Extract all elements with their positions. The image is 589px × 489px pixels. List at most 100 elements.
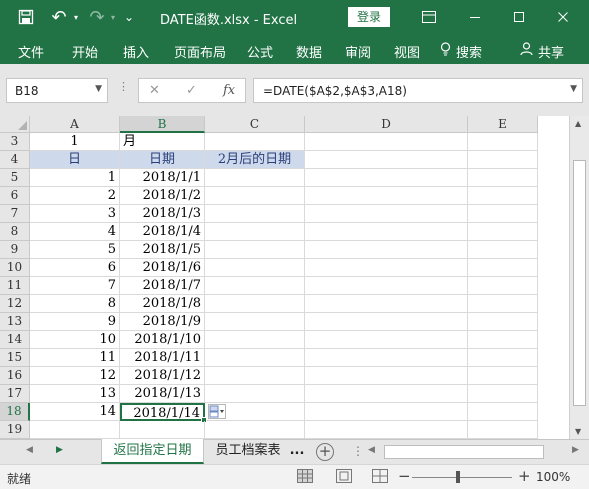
row-header[interactable]: 6 (0, 187, 30, 205)
sheet-nav-next-icon[interactable]: ▶ (56, 445, 63, 455)
hscroll-right-icon[interactable]: ▶ (572, 445, 579, 455)
row-header[interactable]: 18 (0, 403, 30, 421)
cell-a-15[interactable]: 11 (30, 349, 120, 367)
cell-d-12[interactable] (305, 295, 468, 313)
cell-b-7[interactable]: 2018/1/3 (120, 205, 205, 223)
row-header[interactable]: 5 (0, 169, 30, 187)
cell-d-6[interactable] (305, 187, 468, 205)
cell-e-4[interactable] (468, 151, 538, 169)
login-button[interactable]: 登录 (348, 7, 390, 27)
sheet-tab-return-date[interactable]: 返回指定日期 (101, 439, 204, 464)
cell-b-5[interactable]: 2018/1/1 (120, 169, 205, 187)
cell-e-13[interactable] (468, 313, 538, 331)
row-header[interactable]: 14 (0, 331, 30, 349)
cell-c-3[interactable] (205, 133, 305, 151)
select-all-button[interactable] (0, 116, 30, 133)
cell-b-4[interactable]: 日期 (120, 151, 205, 169)
cell-d-15[interactable] (305, 349, 468, 367)
zoom-percentage[interactable]: 100% (536, 470, 570, 484)
scroll-down-icon[interactable]: ▼ (575, 427, 581, 436)
tab-view[interactable]: 视图 (394, 42, 420, 61)
cell-e-5[interactable] (468, 169, 538, 187)
row-header[interactable]: 10 (0, 259, 30, 277)
cell-b-9[interactable]: 2018/1/5 (120, 241, 205, 259)
expand-formula-icon[interactable]: ▼ (570, 84, 577, 94)
row-header[interactable]: 19 (0, 421, 30, 439)
cell-e-19[interactable] (468, 421, 538, 439)
cell-a-5[interactable]: 1 (30, 169, 120, 187)
cell-b-18[interactable]: 2018/1/14 (120, 403, 205, 421)
cell-c-13[interactable] (205, 313, 305, 331)
horizontal-scroll-thumb[interactable] (384, 445, 544, 459)
cell-a-8[interactable]: 4 (30, 223, 120, 241)
cell-c-6[interactable] (205, 187, 305, 205)
redo-icon[interactable]: ↷ (86, 0, 108, 34)
column-header-a[interactable]: A (30, 116, 120, 133)
user-icon[interactable] (520, 42, 533, 60)
cell-a-16[interactable]: 12 (30, 367, 120, 385)
row-header[interactable]: 13 (0, 313, 30, 331)
page-layout-view-icon[interactable] (336, 469, 352, 483)
column-header-d[interactable]: D (305, 116, 468, 133)
cell-c-11[interactable] (205, 277, 305, 295)
cell-e-7[interactable] (468, 205, 538, 223)
cell-a-7[interactable]: 3 (30, 205, 120, 223)
cell-e-17[interactable] (468, 385, 538, 403)
cell-c-12[interactable] (205, 295, 305, 313)
tab-review[interactable]: 审阅 (345, 42, 371, 61)
sheet-tab-employee-records[interactable]: 员工档案表 (208, 439, 288, 464)
row-header[interactable]: 8 (0, 223, 30, 241)
cell-d-14[interactable] (305, 331, 468, 349)
minimize-icon[interactable] (455, 0, 495, 34)
cell-d-17[interactable] (305, 385, 468, 403)
cell-a-9[interactable]: 5 (30, 241, 120, 259)
cell-c-4[interactable]: 2月后的日期 (205, 151, 305, 169)
cell-b-17[interactable]: 2018/1/13 (120, 385, 205, 403)
row-header[interactable]: 12 (0, 295, 30, 313)
row-header[interactable]: 9 (0, 241, 30, 259)
cell-e-8[interactable] (468, 223, 538, 241)
page-break-view-icon[interactable] (372, 469, 388, 483)
row-header[interactable]: 17 (0, 385, 30, 403)
cell-e-10[interactable] (468, 259, 538, 277)
cell-b-10[interactable]: 2018/1/6 (120, 259, 205, 277)
chevron-down-icon[interactable]: ▼ (95, 84, 102, 94)
cell-e-18[interactable] (468, 403, 538, 421)
zoom-out-button[interactable]: − (398, 467, 411, 485)
cell-d-4[interactable] (305, 151, 468, 169)
cell-d-9[interactable] (305, 241, 468, 259)
cell-c-15[interactable] (205, 349, 305, 367)
cell-b-16[interactable]: 2018/1/12 (120, 367, 205, 385)
cell-e-3[interactable] (468, 133, 538, 151)
cell-c-8[interactable] (205, 223, 305, 241)
cell-d-5[interactable] (305, 169, 468, 187)
cell-e-6[interactable] (468, 187, 538, 205)
cell-c-10[interactable] (205, 259, 305, 277)
cell-c-5[interactable] (205, 169, 305, 187)
cell-b-14[interactable]: 2018/1/10 (120, 331, 205, 349)
ribbon-display-options-icon[interactable] (409, 0, 449, 34)
zoom-slider-thumb[interactable] (456, 471, 460, 483)
vertical-scrollbar[interactable]: ▲ ▼ (569, 116, 589, 439)
name-box[interactable]: B18 ▼ (6, 78, 108, 103)
tab-file[interactable]: 文件 (18, 42, 44, 61)
save-icon[interactable] (14, 0, 38, 34)
vertical-scroll-thumb[interactable] (573, 160, 586, 406)
cell-a-18[interactable]: 14 (30, 403, 120, 421)
add-sheet-button[interactable]: + (316, 443, 334, 461)
lightbulb-icon[interactable] (440, 42, 451, 60)
cancel-icon[interactable]: ✕ (149, 83, 160, 98)
worksheet-grid[interactable]: ABCDE 3 1 月 4 日日期 2月后的日期 5 1 2018/1/1 6 2 2018/1/2 7… (0, 116, 569, 439)
customize-toolbar-icon[interactable]: ⌄ (122, 0, 136, 34)
undo-dropdown-icon[interactable]: ▾ (70, 0, 82, 34)
cell-c-16[interactable] (205, 367, 305, 385)
cell-c-17[interactable] (205, 385, 305, 403)
cell-c-14[interactable] (205, 331, 305, 349)
tab-formulas[interactable]: 公式 (247, 42, 273, 61)
cell-a-4[interactable]: 日 (30, 151, 120, 169)
row-header[interactable]: 4 (0, 151, 30, 169)
row-header[interactable]: 15 (0, 349, 30, 367)
cell-a-13[interactable]: 9 (30, 313, 120, 331)
cell-b-12[interactable]: 2018/1/8 (120, 295, 205, 313)
cell-c-7[interactable] (205, 205, 305, 223)
